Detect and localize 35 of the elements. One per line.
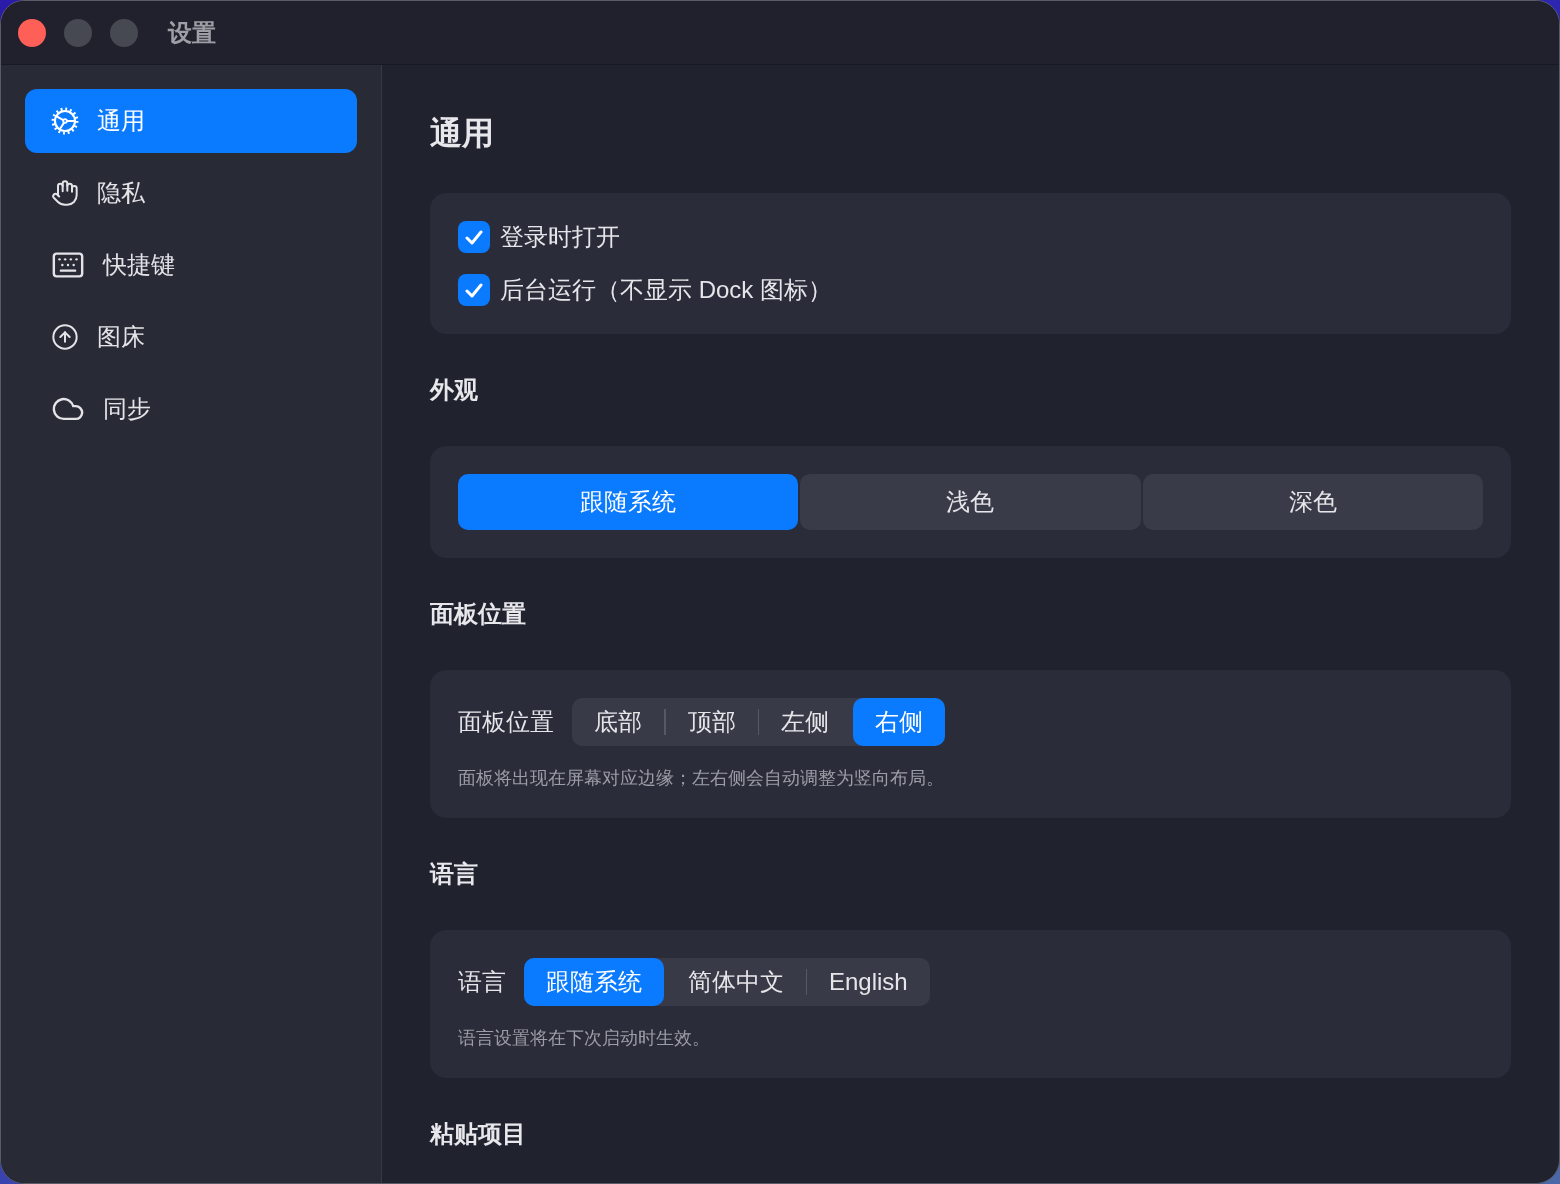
row-label: 面板位置 [458, 707, 554, 737]
segment-option[interactable]: English [807, 958, 930, 1006]
theme-option[interactable]: 深色 [1142, 474, 1483, 530]
segment-option[interactable]: 右侧 [852, 698, 945, 746]
gear-icon [51, 107, 79, 135]
segment-option[interactable]: 简体中文 [665, 958, 806, 1006]
section-heading: 粘贴项目 [430, 1119, 527, 1149]
segment-option[interactable]: 左侧 [759, 698, 851, 746]
section-heading: 面板位置 [430, 599, 527, 629]
theme-option[interactable]: 跟随系统 [458, 474, 799, 530]
section-heading: 外观 [430, 375, 479, 405]
section-heading: 语言 [430, 859, 479, 889]
checkbox[interactable] [458, 221, 490, 253]
theme-option[interactable]: 浅色 [800, 474, 1141, 530]
hint-text: 语言设置将在下次启动时生效。 [458, 1027, 711, 1050]
sidebar-item[interactable]: 快捷键 [25, 233, 357, 297]
sidebar-item[interactable]: 通用 [25, 89, 357, 153]
hand-icon [51, 179, 79, 207]
checkmark-icon [465, 282, 483, 298]
segment-option[interactable]: 跟随系统 [524, 958, 664, 1006]
up-arrow-circle-icon [51, 323, 79, 351]
sidebar-item[interactable]: 同步 [25, 377, 357, 441]
segment-option[interactable]: 顶部 [665, 698, 758, 746]
checkbox-label: 登录时打开 [500, 222, 620, 252]
window-title: 设置 [168, 17, 216, 48]
sidebar-item[interactable]: 图床 [25, 305, 357, 369]
row-label: 语言 [458, 967, 506, 997]
sidebar-item[interactable]: 隐私 [25, 161, 357, 225]
checkbox-label: 后台运行（不显示 Dock 图标） [500, 275, 832, 305]
page-title: 通用 [430, 114, 495, 153]
checkbox[interactable] [458, 274, 490, 306]
hint-text: 面板将出现在屏幕对应边缘；左右侧会自动调整为竖向布局。 [458, 767, 945, 790]
checkmark-icon [465, 229, 483, 245]
segment-option[interactable]: 底部 [572, 698, 664, 746]
close-button[interactable] [18, 18, 46, 47]
